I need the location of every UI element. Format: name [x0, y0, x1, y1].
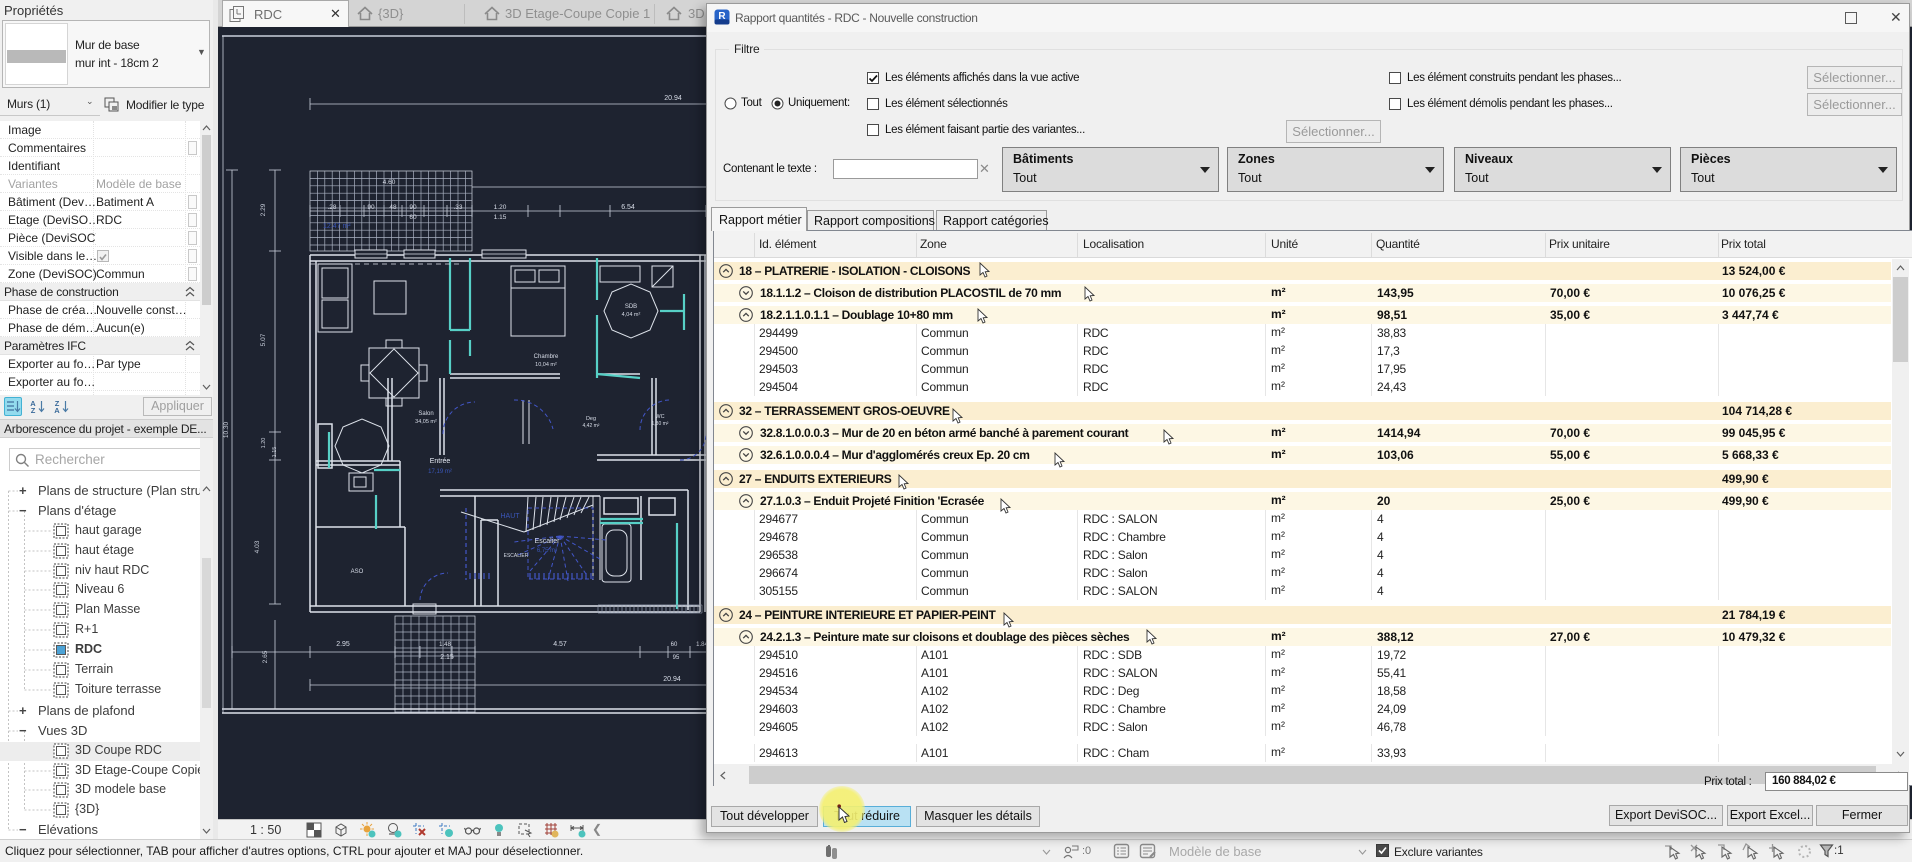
svg-text:20.94: 20.94	[664, 95, 682, 102]
svg-text:Z: Z	[31, 406, 36, 414]
svg-text:90: 90	[409, 204, 417, 211]
svg-text:2.95: 2.95	[336, 641, 350, 648]
svg-text:12.47 m²: 12.47 m²	[323, 223, 351, 230]
svg-text:Escalier: Escalier	[535, 538, 561, 545]
svg-text:4.57: 4.57	[553, 641, 567, 648]
svg-text:20.94: 20.94	[663, 676, 681, 683]
svg-text:WC: WC	[655, 414, 664, 420]
svg-text:1.20: 1.20	[494, 204, 507, 211]
svg-text:1.48: 1.48	[439, 642, 451, 648]
svg-text:17,19 m²: 17,19 m²	[428, 469, 452, 475]
svg-text:Entrée: Entrée	[430, 458, 451, 465]
svg-text:1,80 m²: 1,80 m²	[652, 421, 669, 427]
svg-text:48: 48	[389, 204, 397, 211]
svg-text:Deg: Deg	[586, 416, 596, 422]
svg-text:ESCALIER: ESCALIER	[504, 553, 529, 559]
svg-text:5.07: 5.07	[260, 333, 267, 346]
svg-text:.28: .28	[327, 204, 336, 211]
svg-text:60: 60	[671, 642, 678, 648]
svg-text:A: A	[54, 406, 60, 414]
svg-text:Chambre: Chambre	[534, 354, 559, 360]
svg-text:10.30: 10.30	[223, 421, 230, 438]
svg-text:1.20: 1.20	[261, 438, 267, 449]
svg-text:4.60: 4.60	[383, 179, 396, 186]
svg-text:SDB: SDB	[625, 304, 637, 310]
svg-text:34,05 m²: 34,05 m²	[415, 419, 437, 425]
svg-text:4,42 m²: 4,42 m²	[583, 423, 600, 429]
svg-text:60: 60	[409, 214, 417, 221]
svg-text:Salon: Salon	[418, 411, 433, 417]
svg-text:ASO: ASO	[351, 569, 364, 575]
svg-text:6.54: 6.54	[621, 204, 635, 211]
svg-text:4,04 m²: 4,04 m²	[622, 312, 641, 318]
svg-text:4.03: 4.03	[254, 540, 261, 553]
svg-text:HAUT: HAUT	[500, 513, 520, 520]
svg-text:2.29: 2.29	[260, 203, 267, 216]
svg-text:R: R	[718, 11, 726, 22]
svg-text:2.15: 2.15	[440, 654, 454, 661]
svg-text:90: 90	[367, 204, 375, 211]
svg-text:6,75 m²: 6,75 m²	[537, 548, 557, 554]
svg-text:2.65: 2.65	[262, 650, 269, 663]
svg-text:.33: .33	[453, 204, 462, 211]
svg-text:1.15: 1.15	[272, 447, 278, 458]
svg-text:1.15: 1.15	[494, 214, 507, 221]
svg-text:10,04 m²: 10,04 m²	[535, 362, 557, 368]
svg-text:95: 95	[673, 655, 680, 661]
